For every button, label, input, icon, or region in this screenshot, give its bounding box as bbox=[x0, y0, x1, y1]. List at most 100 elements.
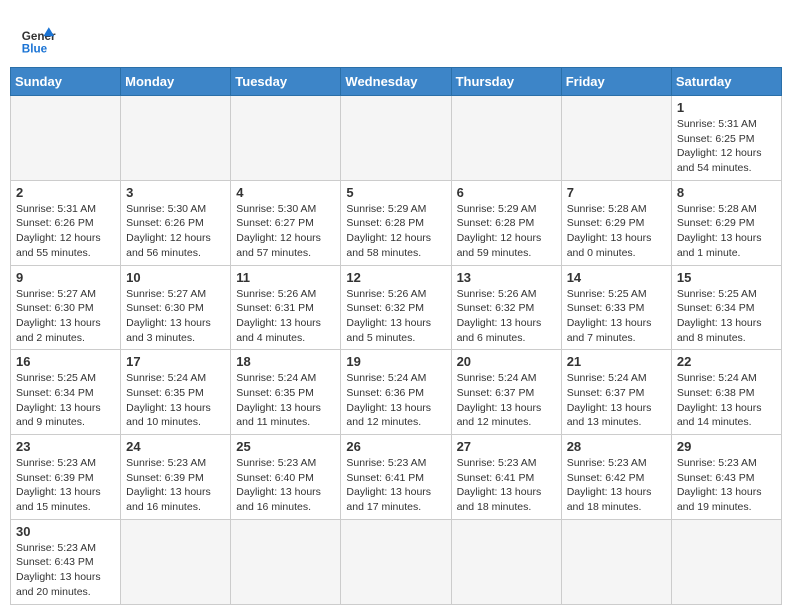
logo: General Blue bbox=[20, 20, 56, 56]
calendar-cell: 26Sunrise: 5:23 AM Sunset: 6:41 PM Dayli… bbox=[341, 435, 451, 520]
day-number: 18 bbox=[236, 354, 335, 369]
day-number: 17 bbox=[126, 354, 225, 369]
day-info: Sunrise: 5:29 AM Sunset: 6:28 PM Dayligh… bbox=[457, 202, 556, 261]
day-info: Sunrise: 5:27 AM Sunset: 6:30 PM Dayligh… bbox=[126, 287, 225, 346]
day-header-tuesday: Tuesday bbox=[231, 68, 341, 96]
svg-text:Blue: Blue bbox=[22, 42, 48, 55]
calendar-cell bbox=[451, 519, 561, 604]
calendar-cell: 2 Sunrise: 5:31 AM Sunset: 6:26 PM Daylig… bbox=[11, 180, 121, 265]
calendar-cell: 23Sunrise: 5:23 AM Sunset: 6:39 PM Dayli… bbox=[11, 435, 121, 520]
calendar-cell: 3Sunrise: 5:30 AM Sunset: 6:26 PM Daylig… bbox=[121, 180, 231, 265]
day-header-thursday: Thursday bbox=[451, 68, 561, 96]
day-info: Sunrise: 5:27 AM Sunset: 6:30 PM Dayligh… bbox=[16, 287, 115, 346]
day-info: Sunrise: 5:24 AM Sunset: 6:35 PM Dayligh… bbox=[236, 371, 335, 430]
day-number: 7 bbox=[567, 185, 666, 200]
day-info: Sunrise: 5:26 AM Sunset: 6:32 PM Dayligh… bbox=[346, 287, 445, 346]
calendar-cell bbox=[231, 519, 341, 604]
day-number: 29 bbox=[677, 439, 776, 454]
page-header: General Blue bbox=[10, 10, 782, 61]
calendar-cell: 17 Sunrise: 5:24 AM Sunset: 6:35 PM Dayli… bbox=[121, 350, 231, 435]
calendar-cell: 8 Sunrise: 5:28 AM Sunset: 6:29 PM Daylig… bbox=[671, 180, 781, 265]
day-info: Sunrise: 5:25 AM Sunset: 6:34 PM Dayligh… bbox=[16, 371, 115, 430]
day-number: 14 bbox=[567, 270, 666, 285]
calendar-cell: 1 Sunrise: 5:31 AM Sunset: 6:25 PM Daylig… bbox=[671, 96, 781, 181]
day-number: 2 bbox=[16, 185, 115, 200]
calendar-cell bbox=[121, 96, 231, 181]
calendar-cell bbox=[561, 96, 671, 181]
day-number: 22 bbox=[677, 354, 776, 369]
day-info: Sunrise: 5:23 AM Sunset: 6:43 PM Dayligh… bbox=[16, 541, 115, 600]
calendar-cell bbox=[11, 96, 121, 181]
calendar-cell: 11Sunrise: 5:26 AM Sunset: 6:31 PM Dayli… bbox=[231, 265, 341, 350]
calendar-cell: 10 Sunrise: 5:27 AM Sunset: 6:30 PM Dayli… bbox=[121, 265, 231, 350]
calendar-cell: 14 Sunrise: 5:25 AM Sunset: 6:33 PM Dayli… bbox=[561, 265, 671, 350]
calendar-cell: 29Sunrise: 5:23 AM Sunset: 6:43 PM Dayli… bbox=[671, 435, 781, 520]
calendar-cell: 5 Sunrise: 5:29 AM Sunset: 6:28 PM Daylig… bbox=[341, 180, 451, 265]
day-number: 11 bbox=[236, 270, 335, 285]
day-info: Sunrise: 5:23 AM Sunset: 6:42 PM Dayligh… bbox=[567, 456, 666, 515]
calendar-cell: 28 Sunrise: 5:23 AM Sunset: 6:42 PM Dayli… bbox=[561, 435, 671, 520]
calendar-cell: 20Sunrise: 5:24 AM Sunset: 6:37 PM Dayli… bbox=[451, 350, 561, 435]
day-info: Sunrise: 5:28 AM Sunset: 6:29 PM Dayligh… bbox=[677, 202, 776, 261]
calendar-cell: 18 Sunrise: 5:24 AM Sunset: 6:35 PM Dayli… bbox=[231, 350, 341, 435]
day-number: 9 bbox=[16, 270, 115, 285]
calendar-cell bbox=[671, 519, 781, 604]
day-number: 10 bbox=[126, 270, 225, 285]
calendar-cell: 30Sunrise: 5:23 AM Sunset: 6:43 PM Dayli… bbox=[11, 519, 121, 604]
calendar-cell: 27Sunrise: 5:23 AM Sunset: 6:41 PM Dayli… bbox=[451, 435, 561, 520]
calendar-week-row: 16 Sunrise: 5:25 AM Sunset: 6:34 PM Dayli… bbox=[11, 350, 782, 435]
day-header-friday: Friday bbox=[561, 68, 671, 96]
day-number: 20 bbox=[457, 354, 556, 369]
calendar-cell bbox=[341, 519, 451, 604]
calendar-week-row: 30Sunrise: 5:23 AM Sunset: 6:43 PM Dayli… bbox=[11, 519, 782, 604]
day-number: 8 bbox=[677, 185, 776, 200]
calendar-cell bbox=[451, 96, 561, 181]
calendar-cell: 22 Sunrise: 5:24 AM Sunset: 6:38 PM Dayli… bbox=[671, 350, 781, 435]
day-number: 28 bbox=[567, 439, 666, 454]
day-info: Sunrise: 5:31 AM Sunset: 6:25 PM Dayligh… bbox=[677, 117, 776, 176]
day-number: 5 bbox=[346, 185, 445, 200]
day-info: Sunrise: 5:26 AM Sunset: 6:32 PM Dayligh… bbox=[457, 287, 556, 346]
calendar-cell: 12 Sunrise: 5:26 AM Sunset: 6:32 PM Dayli… bbox=[341, 265, 451, 350]
day-info: Sunrise: 5:23 AM Sunset: 6:41 PM Dayligh… bbox=[346, 456, 445, 515]
day-number: 16 bbox=[16, 354, 115, 369]
calendar-cell: 4 Sunrise: 5:30 AM Sunset: 6:27 PM Daylig… bbox=[231, 180, 341, 265]
day-header-saturday: Saturday bbox=[671, 68, 781, 96]
day-header-wednesday: Wednesday bbox=[341, 68, 451, 96]
day-number: 1 bbox=[677, 100, 776, 115]
calendar-week-row: 1 Sunrise: 5:31 AM Sunset: 6:25 PM Daylig… bbox=[11, 96, 782, 181]
day-info: Sunrise: 5:30 AM Sunset: 6:27 PM Dayligh… bbox=[236, 202, 335, 261]
day-info: Sunrise: 5:30 AM Sunset: 6:26 PM Dayligh… bbox=[126, 202, 225, 261]
calendar-cell bbox=[231, 96, 341, 181]
calendar-week-row: 2 Sunrise: 5:31 AM Sunset: 6:26 PM Daylig… bbox=[11, 180, 782, 265]
day-number: 25 bbox=[236, 439, 335, 454]
day-info: Sunrise: 5:24 AM Sunset: 6:36 PM Dayligh… bbox=[346, 371, 445, 430]
calendar-cell: 21Sunrise: 5:24 AM Sunset: 6:37 PM Dayli… bbox=[561, 350, 671, 435]
day-number: 12 bbox=[346, 270, 445, 285]
calendar-cell: 24 Sunrise: 5:23 AM Sunset: 6:39 PM Dayli… bbox=[121, 435, 231, 520]
day-info: Sunrise: 5:23 AM Sunset: 6:39 PM Dayligh… bbox=[126, 456, 225, 515]
day-info: Sunrise: 5:31 AM Sunset: 6:26 PM Dayligh… bbox=[16, 202, 115, 261]
calendar-cell bbox=[341, 96, 451, 181]
calendar-cell bbox=[561, 519, 671, 604]
calendar-cell: 6 Sunrise: 5:29 AM Sunset: 6:28 PM Daylig… bbox=[451, 180, 561, 265]
day-number: 19 bbox=[346, 354, 445, 369]
day-number: 21 bbox=[567, 354, 666, 369]
day-number: 24 bbox=[126, 439, 225, 454]
calendar-cell: 19 Sunrise: 5:24 AM Sunset: 6:36 PM Dayli… bbox=[341, 350, 451, 435]
day-number: 6 bbox=[457, 185, 556, 200]
calendar-week-row: 23Sunrise: 5:23 AM Sunset: 6:39 PM Dayli… bbox=[11, 435, 782, 520]
calendar-cell: 25 Sunrise: 5:23 AM Sunset: 6:40 PM Dayli… bbox=[231, 435, 341, 520]
calendar-cell: 15Sunrise: 5:25 AM Sunset: 6:34 PM Dayli… bbox=[671, 265, 781, 350]
day-number: 4 bbox=[236, 185, 335, 200]
day-info: Sunrise: 5:24 AM Sunset: 6:38 PM Dayligh… bbox=[677, 371, 776, 430]
day-header-sunday: Sunday bbox=[11, 68, 121, 96]
day-number: 15 bbox=[677, 270, 776, 285]
calendar-cell: 16 Sunrise: 5:25 AM Sunset: 6:34 PM Dayli… bbox=[11, 350, 121, 435]
day-info: Sunrise: 5:24 AM Sunset: 6:35 PM Dayligh… bbox=[126, 371, 225, 430]
day-info: Sunrise: 5:29 AM Sunset: 6:28 PM Dayligh… bbox=[346, 202, 445, 261]
calendar-table: SundayMondayTuesdayWednesdayThursdayFrid… bbox=[10, 67, 782, 605]
day-info: Sunrise: 5:23 AM Sunset: 6:40 PM Dayligh… bbox=[236, 456, 335, 515]
calendar-week-row: 9 Sunrise: 5:27 AM Sunset: 6:30 PM Daylig… bbox=[11, 265, 782, 350]
day-info: Sunrise: 5:25 AM Sunset: 6:33 PM Dayligh… bbox=[567, 287, 666, 346]
